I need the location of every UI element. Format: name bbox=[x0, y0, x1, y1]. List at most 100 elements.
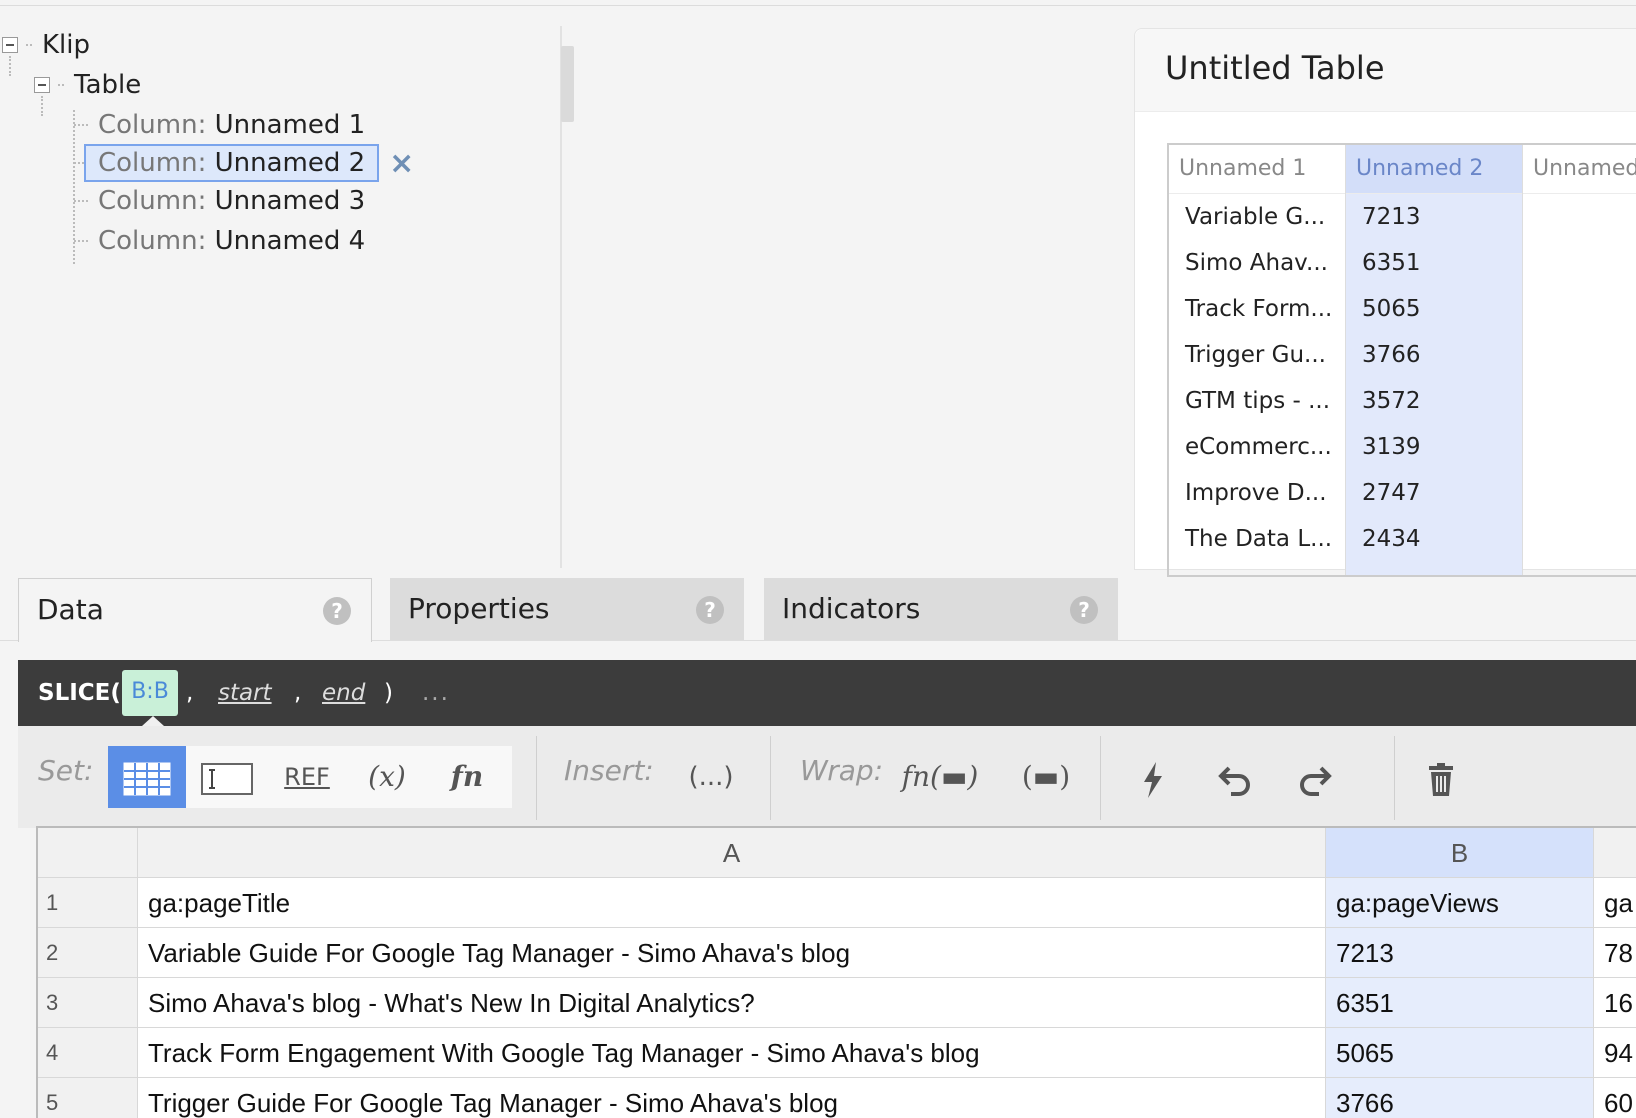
preview-cell: Track Form... bbox=[1185, 296, 1333, 322]
tree-node-klip[interactable]: Klip bbox=[2, 30, 90, 60]
selected-column-node[interactable]: Column: Unnamed 2 bbox=[84, 144, 380, 182]
set-data-range-button[interactable] bbox=[108, 746, 186, 808]
table-preview: Untitled Table Unnamed 1 Variable G... Si… bbox=[1134, 28, 1636, 577]
row-number[interactable]: 1 bbox=[38, 878, 138, 928]
preview-column-cells: Variable G... Simo Ahav... Track Form... Tr… bbox=[1169, 194, 1345, 562]
preview-column-header[interactable]: Unnamed 1 bbox=[1169, 145, 1345, 194]
cell-b[interactable]: 6351 bbox=[1326, 978, 1594, 1028]
data-spreadsheet: A B 1 ga:pageTitle ga:pageViews ga 2 Variable… bbox=[36, 826, 1636, 1118]
tab-properties[interactable]: Properties ? bbox=[390, 578, 744, 640]
tree-dots bbox=[74, 200, 88, 202]
preview-column-unnamed-1[interactable]: Unnamed 1 Variable G... Simo Ahav... Track… bbox=[1169, 145, 1345, 575]
row-number[interactable]: 5 bbox=[38, 1078, 138, 1118]
preview-cell: Trigger Gu... bbox=[1185, 342, 1326, 368]
tree-dots bbox=[26, 44, 32, 46]
tab-label: Data bbox=[37, 593, 104, 626]
help-icon[interactable]: ? bbox=[323, 597, 351, 625]
grid-icon bbox=[123, 762, 171, 795]
cell-a[interactable]: Variable Guide For Google Tag Manager - … bbox=[138, 928, 1326, 978]
wrap-parentheses-button[interactable]: (▬) bbox=[1006, 746, 1086, 808]
formula-arg-start[interactable]: start bbox=[218, 660, 272, 726]
formula-toolbar: Set: REF (x) fn Insert: (...) Wrap: fn(▬… bbox=[18, 726, 1636, 828]
preview-title: Untitled Table bbox=[1165, 49, 1385, 87]
sheet-corner[interactable] bbox=[38, 828, 138, 878]
redo-icon[interactable] bbox=[1288, 750, 1342, 806]
cell-b[interactable]: 3766 bbox=[1326, 1078, 1594, 1118]
cell-c[interactable]: 60 bbox=[1594, 1078, 1636, 1118]
preview-column-header[interactable]: Unnamed bbox=[1523, 145, 1636, 194]
formula-ref-chip[interactable]: B:B bbox=[122, 670, 178, 716]
help-icon[interactable]: ? bbox=[696, 596, 724, 624]
tab-label: Indicators bbox=[782, 592, 921, 625]
column-name: Unnamed 1 bbox=[214, 110, 366, 140]
tab-label: Properties bbox=[408, 592, 550, 625]
toolbar-separator bbox=[770, 736, 771, 820]
cell-a[interactable]: Track Form Engagement With Google Tag Ma… bbox=[138, 1028, 1326, 1078]
cell-b[interactable]: ga:pageViews bbox=[1326, 878, 1594, 928]
toolbar-separator bbox=[1394, 736, 1395, 820]
set-variable-button[interactable]: (x) bbox=[348, 746, 426, 808]
insert-label: Insert: bbox=[564, 754, 654, 787]
tree-node-label: Klip bbox=[42, 30, 91, 60]
undo-icon[interactable] bbox=[1208, 750, 1262, 806]
toolbar-separator bbox=[536, 736, 537, 820]
cell-a[interactable]: Simo Ahava's blog - What's New In Digita… bbox=[138, 978, 1326, 1028]
tree-node-column-unnamed-1[interactable]: Column: Unnamed 1 bbox=[74, 110, 365, 140]
preview-cell: Improve D... bbox=[1185, 480, 1327, 506]
collapse-icon[interactable] bbox=[2, 37, 18, 53]
text-input-icon bbox=[201, 762, 253, 795]
cell-b[interactable]: 5065 bbox=[1326, 1028, 1594, 1078]
formula-comma: , bbox=[294, 680, 302, 706]
preview-cell: 3572 bbox=[1362, 388, 1421, 414]
cell-c[interactable]: 16 bbox=[1594, 978, 1636, 1028]
cell-a[interactable]: ga:pageTitle bbox=[138, 878, 1326, 928]
formula-function-name[interactable]: SLICE( bbox=[38, 660, 121, 726]
preview-column-header[interactable]: Unnamed 2 bbox=[1346, 145, 1522, 194]
klip-tree: Klip Table Column: Unnamed 1 Column: Unn… bbox=[0, 26, 560, 566]
tree-node-column-unnamed-3[interactable]: Column: Unnamed 3 bbox=[74, 186, 365, 216]
collapse-icon[interactable] bbox=[34, 77, 50, 93]
trash-icon[interactable] bbox=[1414, 750, 1468, 806]
column-header-a[interactable]: A bbox=[138, 828, 1326, 878]
column-header-b[interactable]: B bbox=[1326, 828, 1594, 878]
formula-more[interactable]: ... bbox=[422, 660, 450, 726]
preview-cell: 6351 bbox=[1362, 250, 1421, 276]
set-function-button[interactable]: fn bbox=[428, 746, 506, 808]
editor-tabs: Data ? Properties ? Indicators ? bbox=[0, 574, 1636, 642]
tree-dots bbox=[74, 240, 88, 242]
preview-column-unnamed-2[interactable]: Unnamed 2 7213 6351 5065 3766 3572 3139 2747 24… bbox=[1346, 145, 1522, 575]
remove-component-icon[interactable]: × bbox=[389, 146, 414, 181]
set-label: Set: bbox=[38, 754, 94, 787]
column-header-c[interactable] bbox=[1594, 828, 1636, 878]
tree-node-table[interactable]: Table bbox=[34, 70, 141, 100]
lightning-icon[interactable] bbox=[1126, 750, 1180, 806]
tree-scrollbar[interactable] bbox=[561, 46, 574, 122]
help-icon[interactable]: ? bbox=[1070, 596, 1098, 624]
cell-c[interactable]: 94 bbox=[1594, 1028, 1636, 1078]
cell-c[interactable]: ga bbox=[1594, 878, 1636, 928]
row-number[interactable]: 2 bbox=[38, 928, 138, 978]
tab-data[interactable]: Data ? bbox=[18, 578, 372, 642]
formula-bar[interactable]: SLICE( B:B , start , end ) ... bbox=[18, 660, 1636, 726]
preview-column-unnamed-3[interactable]: Unnamed bbox=[1523, 145, 1636, 575]
tree-node-column-unnamed-2[interactable]: Column: Unnamed 2 × bbox=[74, 144, 414, 182]
toolbar-separator bbox=[1100, 736, 1101, 820]
cell-a[interactable]: Trigger Guide For Google Tag Manager - S… bbox=[138, 1078, 1326, 1118]
tab-indicators[interactable]: Indicators ? bbox=[764, 578, 1118, 640]
tree-dots bbox=[58, 84, 64, 86]
formula-comma: , bbox=[186, 680, 194, 706]
cell-c[interactable]: 78 bbox=[1594, 928, 1636, 978]
column-name: Unnamed 3 bbox=[214, 186, 366, 216]
preview-cell: 7213 bbox=[1362, 204, 1421, 230]
row-number[interactable]: 3 bbox=[38, 978, 138, 1028]
tree-node-column-unnamed-4[interactable]: Column: Unnamed 4 bbox=[74, 226, 365, 256]
set-text-button[interactable] bbox=[188, 746, 266, 808]
cell-b[interactable]: 7213 bbox=[1326, 928, 1594, 978]
row-number[interactable]: 4 bbox=[38, 1028, 138, 1078]
insert-parentheses-button[interactable]: (...) bbox=[666, 746, 756, 808]
formula-close-paren: ) bbox=[384, 680, 393, 706]
set-ref-button[interactable]: REF bbox=[268, 746, 346, 808]
wrap-function-button[interactable]: fn(▬) bbox=[890, 746, 990, 808]
formula-arg-end[interactable]: end bbox=[322, 660, 365, 726]
column-prefix: Column: bbox=[98, 186, 207, 216]
